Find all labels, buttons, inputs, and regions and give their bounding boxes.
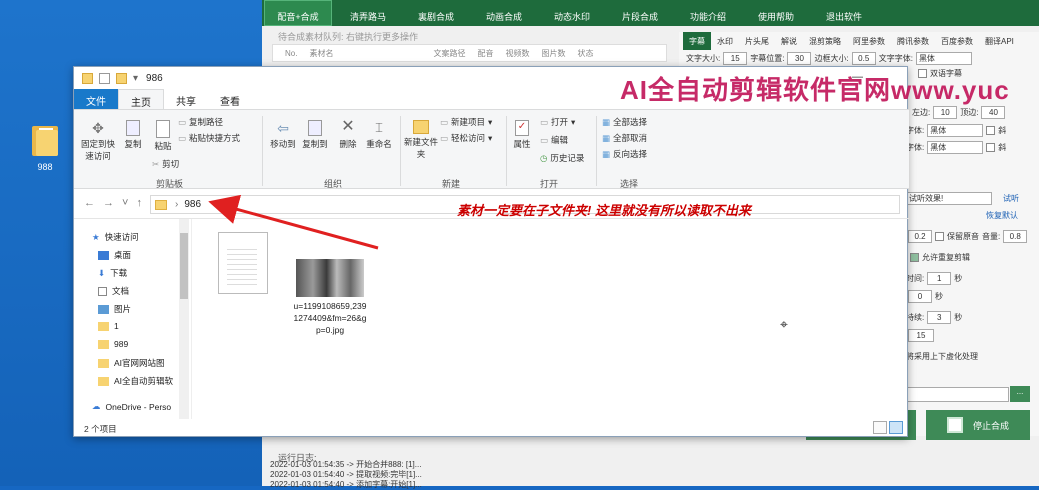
watermark-text: AI全自动剪辑软件官网www.yuc bbox=[620, 75, 1010, 105]
mouse-cursor-icon: ⌖ bbox=[780, 316, 788, 332]
red-arrow-icon bbox=[208, 194, 379, 250]
